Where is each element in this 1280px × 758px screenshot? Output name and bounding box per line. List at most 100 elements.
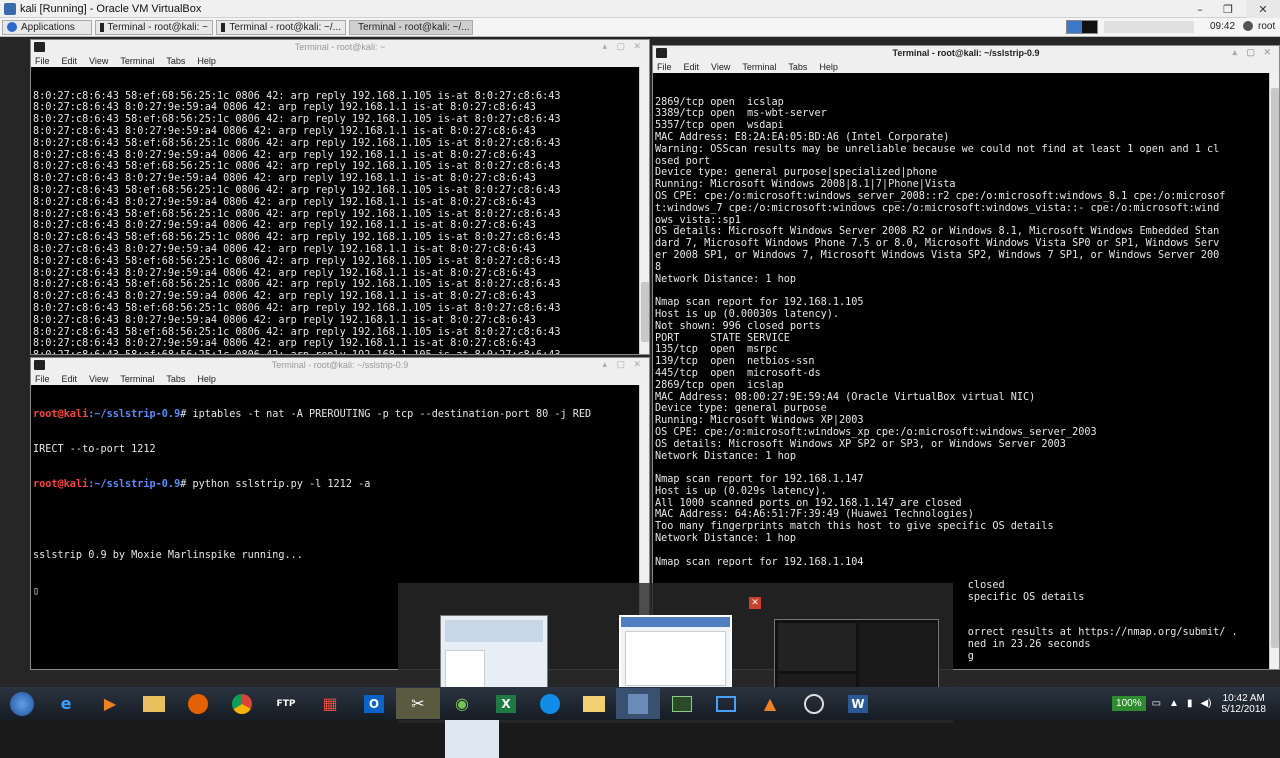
media-player-icon[interactable]: ▶: [88, 688, 132, 719]
panel-task-terminal-2[interactable]: Terminal - root@kali: ~/...: [216, 19, 346, 35]
obs-icon[interactable]: [792, 688, 836, 719]
applications-menu[interactable]: Applications: [2, 19, 92, 35]
menu-view[interactable]: View: [89, 56, 108, 66]
teamviewer-icon[interactable]: [528, 688, 572, 719]
menu-tabs[interactable]: Tabs: [166, 56, 185, 66]
menu-edit[interactable]: Edit: [62, 56, 78, 66]
virtualbox-icon[interactable]: [616, 688, 660, 719]
terminal-line: Too many fingerprints match this host to…: [655, 521, 1054, 533]
minimize-icon[interactable]: ▴: [602, 359, 607, 370]
menu-edit[interactable]: Edit: [62, 374, 78, 384]
apps-grid-icon[interactable]: ▦: [308, 688, 352, 719]
terminal-line: dard 7, Microsoft Windows Phone 7.5 or 8…: [655, 238, 1220, 250]
close-icon[interactable]: ✕: [749, 597, 761, 609]
workspace-2[interactable]: [1082, 21, 1097, 33]
menu-terminal[interactable]: Terminal: [120, 374, 154, 384]
close-icon[interactable]: ✕: [1263, 47, 1271, 58]
action-center-icon[interactable]: ▭: [1152, 698, 1161, 709]
prompt-user: root@kali: [33, 408, 89, 420]
outlook-letter: O: [364, 694, 384, 713]
menu-help[interactable]: Help: [197, 374, 216, 384]
terminal-line: MAC Address: 08:00:27:9E:59:A4 (Oracle V…: [655, 391, 1036, 403]
battery-indicator[interactable]: 100%: [1112, 696, 1146, 711]
folder-icon[interactable]: [132, 688, 176, 719]
maximize-icon[interactable]: ▢: [616, 41, 625, 52]
panel-task-terminal-1[interactable]: Terminal - root@kali: ~: [95, 19, 213, 35]
firefox-icon[interactable]: [176, 688, 220, 719]
scrollbar[interactable]: [639, 67, 649, 354]
workspace-1[interactable]: [1067, 21, 1082, 33]
volume-icon[interactable]: ◀): [1200, 698, 1211, 709]
panel-user[interactable]: root: [1258, 21, 1275, 32]
terminal-output[interactable]: 8:0:27:c8:6:43 58:ef:68:56:25:1c 0806 42…: [31, 67, 649, 354]
terminal-icon: [100, 22, 104, 32]
close-icon[interactable]: ✕: [633, 359, 641, 370]
terminal-line: PORT STATE SERVICE: [655, 332, 790, 344]
word-icon[interactable]: W: [836, 688, 880, 719]
show-hidden-icon[interactable]: ▲: [1169, 698, 1179, 709]
menu-view[interactable]: View: [711, 62, 730, 72]
terminal-line: Warning: OSScan results may be unreliabl…: [655, 143, 1220, 155]
terminal-line: 8:0:27:c8:6:43 8:0:27:9e:59:a4 0806 42: …: [33, 173, 536, 185]
menu-tabs[interactable]: Tabs: [788, 62, 807, 72]
panel-clock[interactable]: 09:42: [1210, 21, 1235, 32]
outlook-icon[interactable]: O: [352, 688, 396, 719]
vlc-icon[interactable]: ▲: [748, 688, 792, 719]
terminal-window-nmap[interactable]: Terminal - root@kali: ~/sslstrip-0.9 ▴ ▢…: [652, 45, 1280, 670]
terminal-titlebar[interactable]: Terminal - root@kali: ~/sslstrip-0.9 ▴ ▢…: [653, 46, 1279, 60]
maximize-icon[interactable]: ▢: [616, 359, 625, 370]
ie-icon[interactable]: e: [44, 688, 88, 719]
menu-file[interactable]: File: [35, 56, 50, 66]
menu-edit[interactable]: Edit: [684, 62, 700, 72]
explorer-icon[interactable]: [572, 688, 616, 719]
thumbnail-toolbar: [445, 620, 543, 642]
close-icon[interactable]: ✕: [633, 41, 641, 52]
terminal-line: t:windows_7 cpe:/o:microsoft:windows cpe…: [655, 202, 1220, 214]
kali-panel: Applications Terminal - root@kali: ~ Ter…: [0, 18, 1280, 37]
scrollbar-thumb[interactable]: [641, 282, 649, 342]
terminal-line: 5357/tcp open wsdapi: [655, 120, 784, 132]
menu-view[interactable]: View: [89, 374, 108, 384]
terminal-icon: [34, 360, 45, 370]
terminal-line: Nmap scan report for 192.168.1.104: [655, 556, 864, 568]
scrollbar-thumb[interactable]: [1271, 88, 1279, 648]
terminal-window-arp[interactable]: Terminal - root@kali: ~ ▴ ▢ ✕ File Edit Vi…: [30, 39, 650, 355]
tools-icon[interactable]: ✂: [396, 688, 440, 719]
terminal-line: OS CPE: cpe:/o:microsoft:windows_xp cpe:…: [655, 426, 1097, 438]
terminal-titlebar[interactable]: Terminal - root@kali: ~/sslstrip-0.9 ▴ ▢…: [31, 358, 649, 372]
terminal-icon[interactable]: [660, 688, 704, 719]
close-button[interactable]: ✕: [1246, 0, 1280, 18]
android-icon[interactable]: ◉: [440, 688, 484, 719]
terminal-line: 8:0:27:c8:6:43 58:ef:68:56:25:1c 0806 42…: [33, 161, 561, 173]
menu-terminal[interactable]: Terminal: [120, 56, 154, 66]
minimize-icon[interactable]: ▴: [1232, 47, 1237, 58]
terminal-title: Terminal - root@kali: ~: [294, 42, 386, 52]
menu-tabs[interactable]: Tabs: [166, 374, 185, 384]
menu-file[interactable]: File: [657, 62, 672, 72]
scrollbar[interactable]: [1269, 73, 1279, 669]
panel-task-terminal-3[interactable]: Terminal - root@kali: ~/...: [349, 19, 473, 35]
thumbnail-titlebar: [621, 617, 730, 627]
network-icon[interactable]: ▮: [1187, 698, 1193, 709]
minimize-button[interactable]: –: [1186, 0, 1214, 18]
minimize-icon[interactable]: ▴: [602, 41, 607, 52]
maximize-icon[interactable]: ▢: [1246, 47, 1255, 58]
menu-help[interactable]: Help: [819, 62, 838, 72]
start-orb-icon[interactable]: [0, 688, 44, 719]
clock[interactable]: 10:42 AM 5/12/2018: [1222, 693, 1267, 715]
terminal-title: Terminal - root@kali: ~/sslstrip-0.9: [271, 360, 409, 370]
restore-button[interactable]: ❐: [1214, 0, 1242, 18]
terminal-line: 445/tcp open microsoft-ds: [655, 367, 821, 379]
terminal-titlebar[interactable]: Terminal - root@kali: ~ ▴ ▢ ✕: [31, 40, 649, 54]
menu-terminal[interactable]: Terminal: [742, 62, 776, 72]
terminal-output[interactable]: 2869/tcp open icslap 3389/tcp open ms-wbt…: [653, 73, 1279, 669]
ftp-icon[interactable]: FTP: [264, 688, 308, 719]
workspace-switcher[interactable]: [1066, 20, 1098, 34]
excel-icon[interactable]: X: [484, 688, 528, 719]
chrome-icon[interactable]: [220, 688, 264, 719]
excel-letter: X: [496, 694, 516, 713]
menu-file[interactable]: File: [35, 374, 50, 384]
remote-icon[interactable]: [704, 688, 748, 719]
menu-help[interactable]: Help: [197, 56, 216, 66]
